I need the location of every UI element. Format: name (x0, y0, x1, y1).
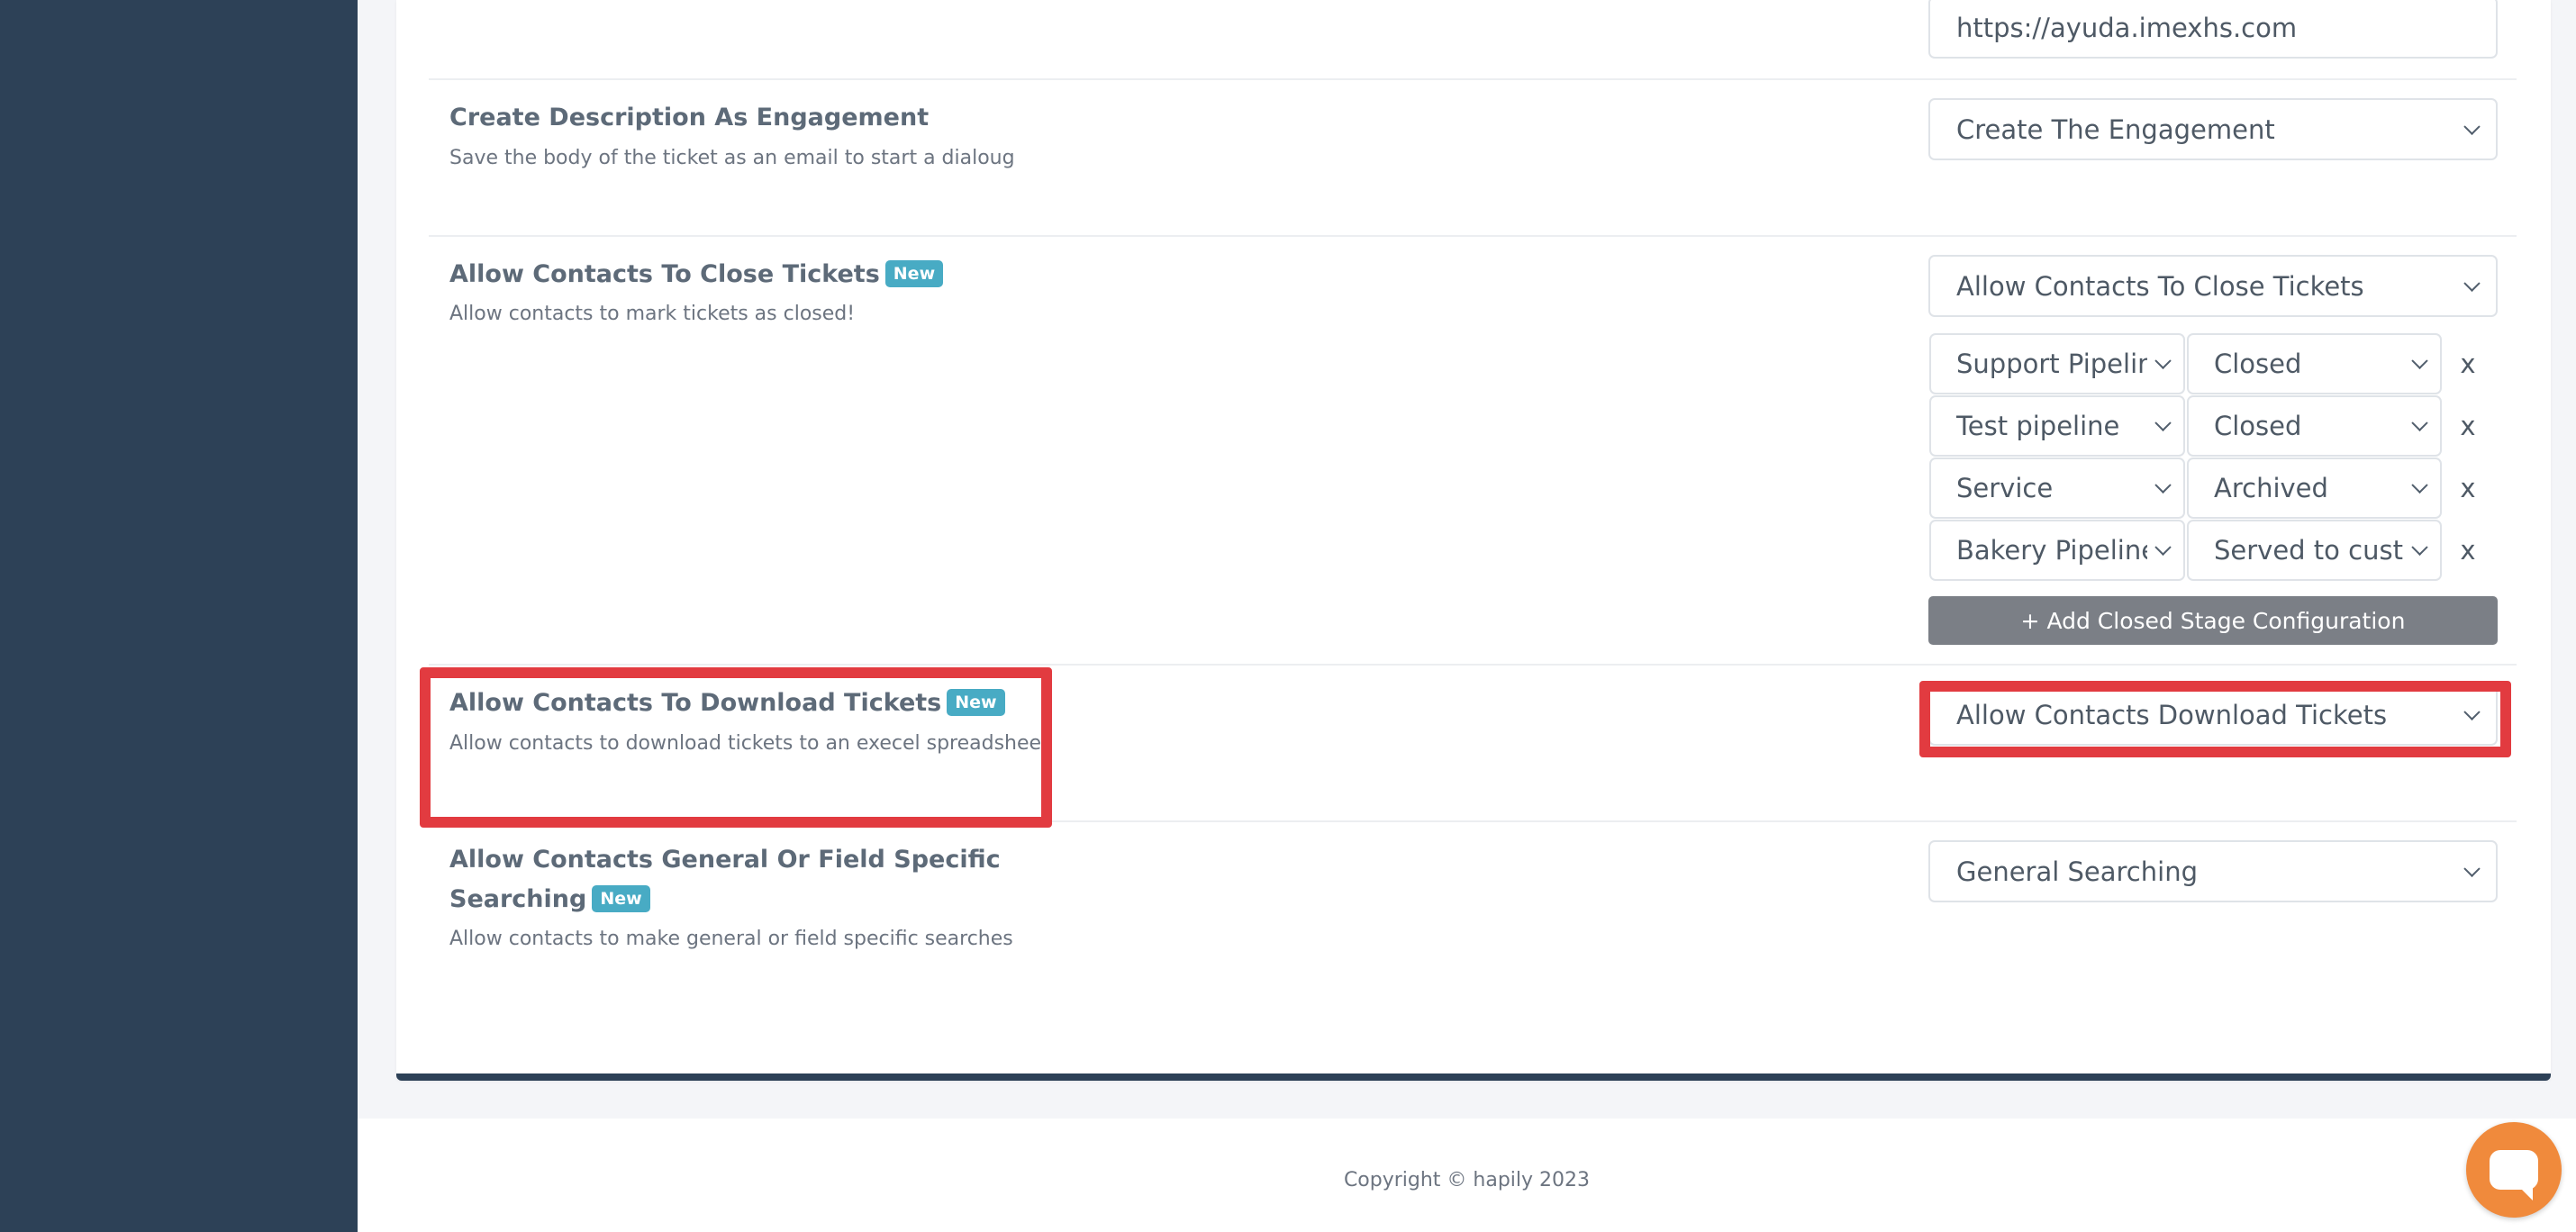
pipeline-value: Bakery Pipeline (1956, 535, 2147, 566)
pipeline-select[interactable]: Bakery Pipeline (1929, 520, 2185, 581)
help-url-input[interactable]: https://ayuda.imexhs.com (1928, 0, 2498, 59)
stage-value: Archived (2214, 473, 2328, 503)
stage-select[interactable]: Closed (2187, 333, 2442, 394)
chevron-down-icon (2463, 275, 2481, 292)
pipeline-value: Test pipeline (1956, 411, 2120, 441)
searching-title-line1: Allow Contacts General Or Field Specific (449, 846, 1001, 874)
close-tickets-title: Allow Contacts To Close Tickets New (449, 255, 944, 294)
pipeline-select[interactable]: Test pipeline (1929, 395, 2185, 457)
download-tickets-title-text: Allow Contacts To Download Tickets (449, 689, 942, 717)
stage-select[interactable]: Closed (2187, 395, 2442, 457)
chevron-down-icon (2154, 352, 2172, 369)
chevron-down-icon (2411, 539, 2428, 556)
create-description-value: Create The Engagement (1956, 113, 2275, 145)
chevron-down-icon (2463, 860, 2481, 877)
pipeline-value: Support Pipelin (1956, 349, 2147, 379)
stage-value: Closed (2214, 349, 2302, 379)
remove-stage-button[interactable]: x (2457, 532, 2479, 568)
stage-value: Closed (2214, 411, 2302, 441)
chevron-down-icon (2154, 476, 2172, 494)
divider (429, 820, 2517, 822)
close-tickets-select[interactable]: Allow Contacts To Close Tickets (1928, 255, 2498, 317)
add-closed-stage-button[interactable]: + Add Closed Stage Configuration (1928, 596, 2498, 645)
chat-widget-button[interactable] (2466, 1122, 2562, 1218)
remove-stage-button[interactable]: x (2457, 408, 2479, 444)
close-tickets-desc: Allow contacts to mark tickets as closed… (449, 303, 856, 325)
create-description-select[interactable]: Create The Engagement (1928, 98, 2498, 160)
chevron-down-icon (2154, 539, 2172, 556)
copyright-text: Copyright © hapily 2023 (1343, 1169, 1591, 1191)
new-badge: New (884, 260, 944, 287)
close-tickets-title-text: Allow Contacts To Close Tickets (449, 260, 880, 288)
pipeline-select[interactable]: Support Pipelin (1929, 333, 2185, 394)
download-tickets-select[interactable]: Allow Contacts Download Tickets (1928, 684, 2498, 746)
chevron-down-icon (2463, 118, 2481, 135)
divider (429, 78, 2517, 80)
download-tickets-title: Allow Contacts To Download Tickets New (449, 684, 1005, 723)
remove-stage-button[interactable]: x (2457, 470, 2479, 506)
chevron-down-icon (2154, 414, 2172, 431)
stage-select[interactable]: Served to custo (2187, 520, 2442, 581)
stage-select[interactable]: Archived (2187, 457, 2442, 519)
new-badge: New (592, 885, 650, 912)
searching-title-line2: Searching (449, 885, 587, 913)
create-description-title: Create Description As Engagement (449, 104, 930, 131)
pipeline-select[interactable]: Service (1929, 457, 2185, 519)
searching-title: Allow Contacts General Or Field Specific… (449, 840, 1001, 919)
download-tickets-value: Allow Contacts Download Tickets (1956, 699, 2388, 730)
download-tickets-desc: Allow contacts to download tickets to an… (449, 732, 1049, 755)
remove-stage-button[interactable]: x (2457, 346, 2479, 382)
create-description-desc: Save the body of the ticket as an email … (449, 147, 1015, 169)
close-tickets-value: Allow Contacts To Close Tickets (1956, 270, 2364, 302)
chevron-down-icon (2463, 703, 2481, 720)
sidebar (0, 0, 358, 1232)
chevron-down-icon (2411, 352, 2428, 369)
chevron-down-icon (2411, 476, 2428, 494)
chevron-down-icon (2411, 414, 2428, 431)
divider (429, 664, 2517, 666)
searching-value: General Searching (1956, 856, 2198, 887)
searching-select[interactable]: General Searching (1928, 840, 2498, 902)
help-url-value: https://ayuda.imexhs.com (1956, 12, 2298, 43)
pipeline-value: Service (1956, 473, 2054, 503)
new-badge: New (947, 689, 1005, 716)
chat-bubble-icon (2490, 1150, 2538, 1200)
stage-value: Served to custo (2214, 535, 2404, 566)
searching-desc: Allow contacts to make general or field … (449, 928, 1013, 950)
divider (429, 235, 2517, 237)
